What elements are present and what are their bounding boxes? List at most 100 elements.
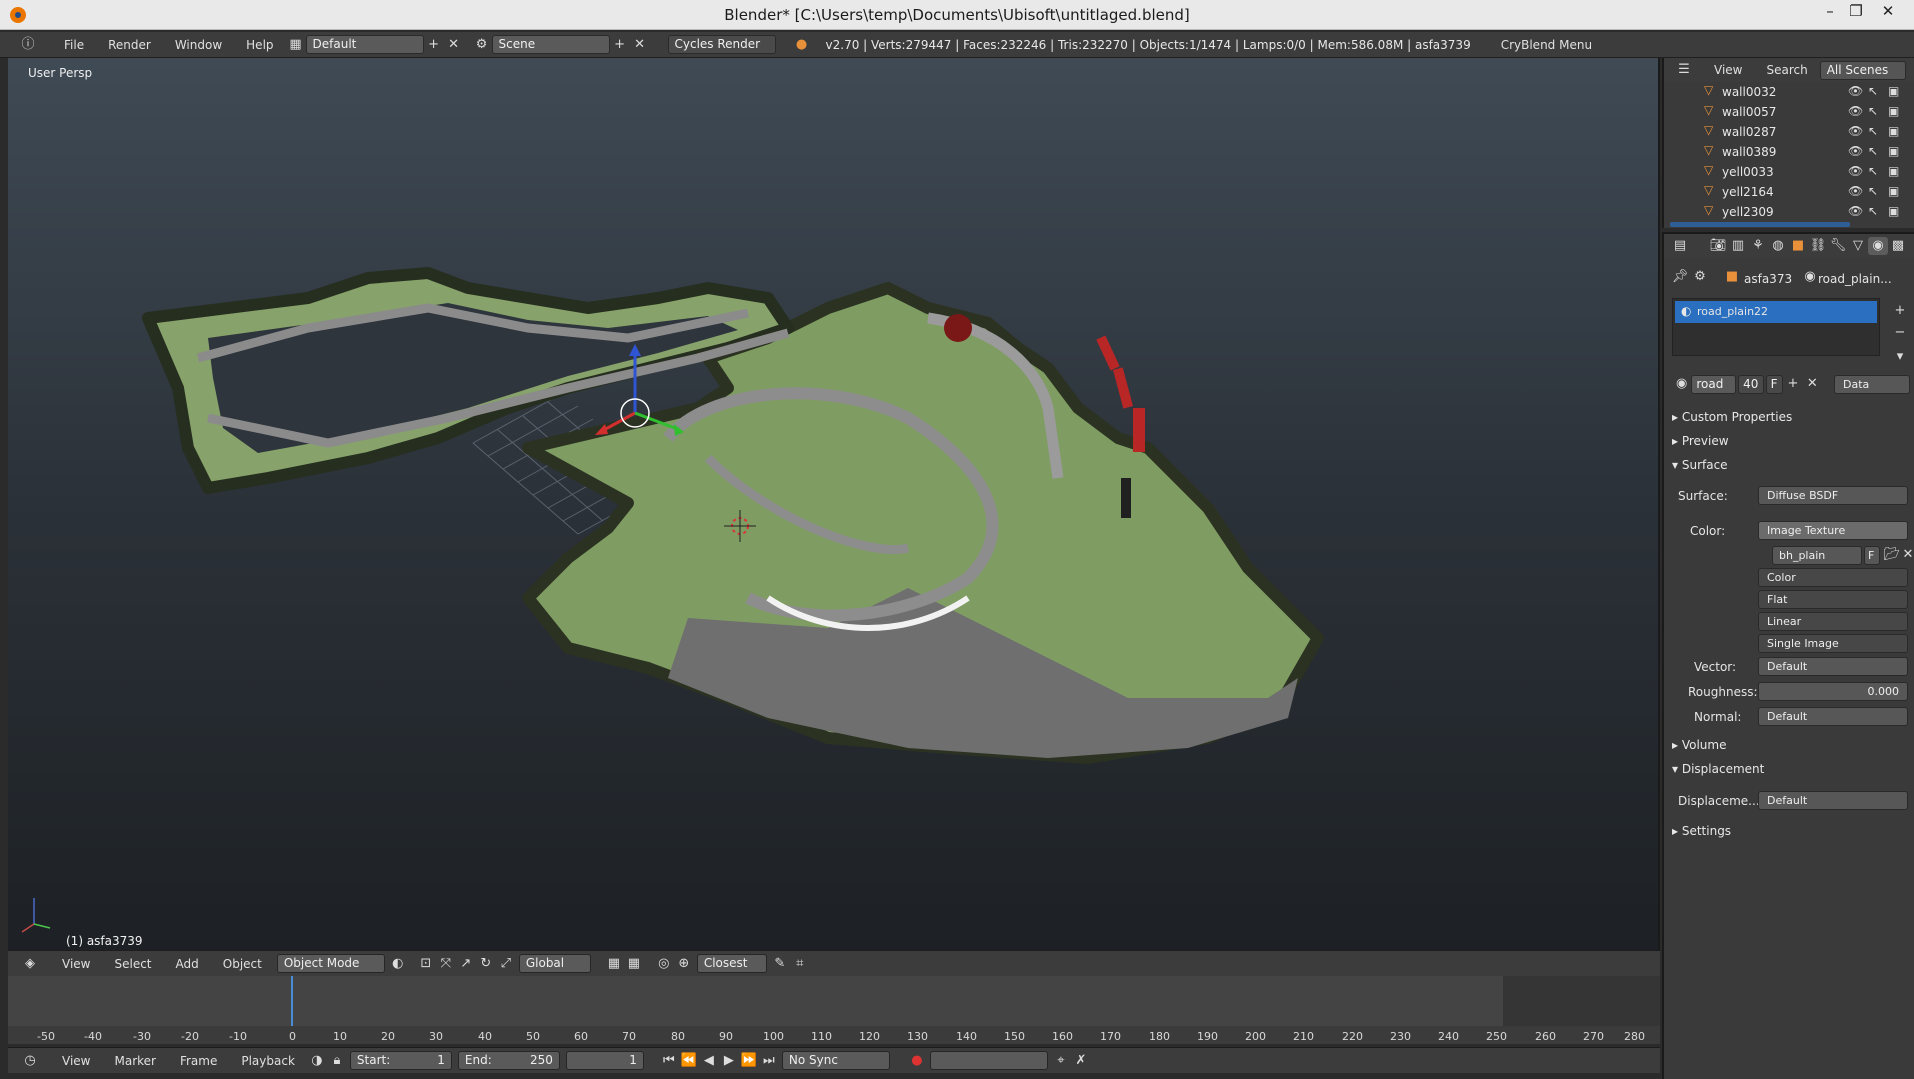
render-icon[interactable]: ▣: [1888, 124, 1899, 138]
scale-icon[interactable]: ⤢: [496, 955, 516, 973]
surface-shader-dropdown[interactable]: Diffuse BSDF: [1758, 486, 1908, 505]
visibility-icon[interactable]: 👁︎: [1848, 144, 1863, 158]
texture-tab-icon[interactable]: ▩: [1888, 237, 1908, 255]
outliner[interactable]: ☰ View Search All Scenes ▽ wall0032 👁︎ ↖ ▣ ▽…: [1662, 58, 1914, 228]
add-slot-icon[interactable]: +: [1890, 302, 1910, 320]
image-fake-user-toggle[interactable]: F: [1864, 546, 1880, 565]
displacement-input-dropdown[interactable]: Default: [1758, 791, 1908, 810]
render-tab-icon[interactable]: 📷︎: [1708, 237, 1728, 255]
keying-set-field[interactable]: [929, 1051, 1048, 1070]
record-icon[interactable]: ●: [907, 1052, 927, 1070]
material-slot-list[interactable]: ◐ road_plain22: [1672, 298, 1880, 356]
cryblend-menu[interactable]: CryBlend Menu: [1489, 38, 1604, 52]
remove-slot-icon[interactable]: −: [1890, 324, 1910, 342]
end-frame-field[interactable]: End: 250: [457, 1051, 560, 1070]
menu-window[interactable]: Window: [163, 38, 234, 52]
select-icon[interactable]: ↖: [1868, 144, 1878, 158]
select-icon[interactable]: ↖: [1868, 164, 1878, 178]
object-tab-icon[interactable]: ■: [1788, 237, 1808, 255]
visibility-icon[interactable]: 👁︎: [1848, 164, 1863, 178]
rotate-icon[interactable]: ↻: [476, 955, 496, 973]
add-layout-icon[interactable]: +: [424, 36, 444, 54]
render-icon[interactable]: ▣: [1888, 184, 1899, 198]
shading-icon[interactable]: ◐: [388, 955, 408, 973]
render-icon[interactable]: ▣: [1888, 104, 1899, 118]
slot-specials-icon[interactable]: ▾: [1890, 348, 1910, 366]
outliner-menu-view[interactable]: View: [1702, 63, 1754, 77]
outliner-scrollbar[interactable]: [1670, 222, 1850, 227]
scene-link-icon[interactable]: ⚙: [1690, 268, 1710, 286]
constraints-tab-icon[interactable]: ⛓: [1808, 237, 1828, 255]
outliner-item[interactable]: ▽ wall0287 👁︎ ↖ ▣: [1664, 122, 1914, 142]
breadcrumb-material[interactable]: road_plain...: [1818, 272, 1892, 286]
render-preview-icon[interactable]: ✎: [770, 955, 790, 973]
outliner-menu-search[interactable]: Search: [1754, 63, 1819, 77]
scene-icon[interactable]: ⚙: [472, 36, 492, 54]
translate-icon[interactable]: ↗: [456, 955, 476, 973]
menu-select[interactable]: Select: [102, 957, 163, 971]
menu-timeline-view[interactable]: View: [50, 1054, 102, 1068]
link-dropdown[interactable]: Data: [1834, 375, 1910, 394]
material-slot-row[interactable]: ◐ road_plain22: [1675, 301, 1877, 323]
timeline-editor-icon[interactable]: ◷: [20, 1052, 40, 1070]
outliner-item[interactable]: ▽ yell2164 👁︎ ↖ ▣: [1664, 182, 1914, 202]
pin-icon[interactable]: 📌︎: [1670, 268, 1690, 286]
fake-user-toggle[interactable]: F: [1765, 374, 1784, 394]
visibility-icon[interactable]: 👁︎: [1848, 84, 1863, 98]
preview-range-icon[interactable]: ◑: [307, 1052, 327, 1070]
jump-start-icon[interactable]: ⏮: [659, 1052, 679, 1070]
panel-volume[interactable]: ▸ Volume: [1672, 738, 1726, 752]
menu-marker[interactable]: Marker: [102, 1054, 167, 1068]
projection-dropdown[interactable]: Flat: [1758, 590, 1908, 609]
delete-keyframe-icon[interactable]: ✗: [1071, 1052, 1091, 1070]
info-editor-icon[interactable]: ⓘ: [18, 36, 38, 54]
proportional-edit-icon[interactable]: ◎: [654, 955, 674, 973]
snap-target-dropdown[interactable]: Closest: [696, 954, 767, 973]
layout-field[interactable]: Default: [305, 35, 424, 54]
visibility-icon[interactable]: 👁︎: [1848, 204, 1863, 218]
data-tab-icon[interactable]: ▽: [1848, 237, 1868, 255]
scene-field[interactable]: Scene: [491, 35, 610, 54]
remove-scene-icon[interactable]: ✕: [630, 36, 650, 54]
outliner-item[interactable]: ▽ yell0033 👁︎ ↖ ▣: [1664, 162, 1914, 182]
scene-tab-icon[interactable]: ⚘: [1748, 237, 1768, 255]
material-tab-icon[interactable]: ◉: [1868, 237, 1888, 255]
panel-displacement[interactable]: ▾ Displacement: [1672, 762, 1764, 776]
vector-input-dropdown[interactable]: Default: [1758, 657, 1908, 676]
current-frame-indicator[interactable]: [291, 976, 293, 1026]
menu-render[interactable]: Render: [96, 38, 163, 52]
outliner-editor-icon[interactable]: ☰: [1674, 61, 1694, 79]
close-window-button[interactable]: ✕: [1874, 2, 1902, 24]
material-users-count[interactable]: 40: [1738, 374, 1764, 394]
layers-icon[interactable]: ▦: [604, 955, 624, 973]
pivot-icon[interactable]: ⊡: [416, 955, 436, 973]
visibility-icon[interactable]: 👁︎: [1848, 104, 1863, 118]
render-engine-dropdown[interactable]: Cycles Render: [667, 35, 776, 54]
start-frame-field[interactable]: Start: 1: [349, 1051, 452, 1070]
unlink-material-icon[interactable]: ✕: [1803, 375, 1822, 393]
outliner-item[interactable]: ▽ wall0032 👁︎ ↖ ▣: [1664, 82, 1914, 102]
image-datablock-field[interactable]: bh_plain: [1772, 546, 1862, 565]
minimize-button[interactable]: –: [1816, 2, 1844, 24]
mode-dropdown[interactable]: Object Mode: [276, 954, 385, 973]
outliner-item[interactable]: ▽ yell2309 👁︎ ↖ ▣: [1664, 202, 1914, 222]
visibility-icon[interactable]: 👁︎: [1848, 124, 1863, 138]
properties-editor[interactable]: ▤ 📷︎ ▥ ⚘ ◍ ■ ⛓ 🔧︎ ▽ ◉ ▩ 📌︎ ⚙ ■ asfa373 ◉…: [1662, 232, 1914, 1079]
render-icon[interactable]: ▣: [1888, 204, 1899, 218]
3d-viewport[interactable]: User Persp (1) asfa3739: [8, 58, 1660, 950]
outliner-item[interactable]: ▽ wall0057 👁︎ ↖ ▣: [1664, 102, 1914, 122]
play-icon[interactable]: ▶: [719, 1052, 739, 1070]
new-material-icon[interactable]: +: [1783, 375, 1802, 393]
menu-help[interactable]: Help: [234, 38, 285, 52]
jump-end-icon[interactable]: ⏭: [759, 1052, 779, 1070]
add-scene-icon[interactable]: +: [610, 36, 630, 54]
outliner-display-mode[interactable]: All Scenes: [1819, 60, 1906, 80]
color-input-dropdown[interactable]: Image Texture: [1758, 521, 1908, 540]
select-icon[interactable]: ↖: [1868, 84, 1878, 98]
manipulator-toggle-icon[interactable]: ⤧: [436, 955, 456, 973]
modifiers-tab-icon[interactable]: 🔧︎: [1828, 237, 1848, 255]
breadcrumb-object[interactable]: asfa373: [1744, 272, 1792, 286]
render-icon[interactable]: ▣: [1888, 144, 1899, 158]
remove-layout-icon[interactable]: ✕: [444, 36, 464, 54]
menu-frame[interactable]: Frame: [168, 1054, 229, 1068]
